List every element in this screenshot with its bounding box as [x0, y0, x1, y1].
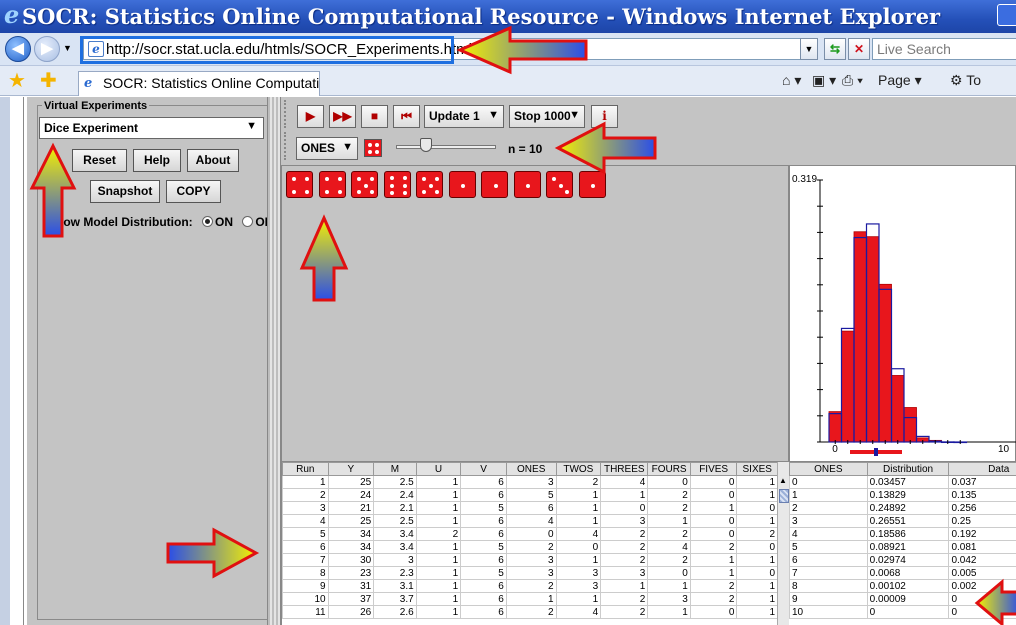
annotation-arrow-dist [974, 578, 1016, 625]
annotation-arrow-buttons [29, 142, 77, 238]
annotation-arrow-n [554, 121, 657, 175]
annotation-overlay [29, 25, 1016, 625]
annotation-arrow-table [166, 527, 260, 579]
annotation-arrow-url [456, 25, 588, 75]
annotation-arrow-dice [299, 214, 349, 302]
